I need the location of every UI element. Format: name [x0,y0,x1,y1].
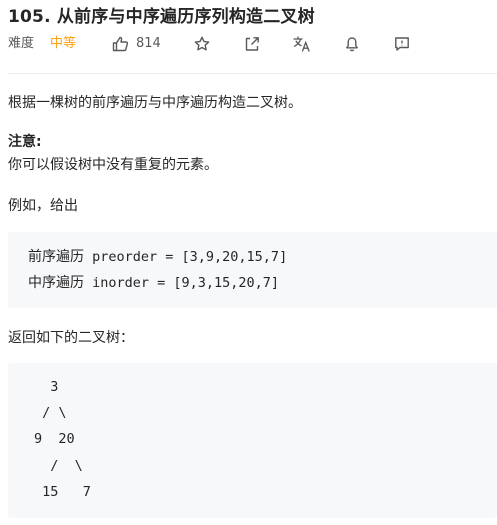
returns-label: 返回如下的二叉树： [8,330,134,346]
tree-line: / \ [34,458,83,474]
problem-meta-bar: 难度 中等 814 [8,34,428,54]
tree-line: / \ [34,405,67,421]
example-label: 例如，给出 [8,198,78,214]
translate-button[interactable] [293,34,311,54]
share-icon [245,37,259,51]
favorite-button[interactable] [194,34,210,54]
tree-code-block: 3 / \ 9 20 / \ 15 7 [8,363,497,518]
notification-button[interactable] [344,34,360,54]
tree-line: 9 20 [34,431,75,447]
note-body: 你可以假设树中没有重复的元素。 [8,157,218,173]
share-button[interactable] [244,34,260,54]
divider [8,73,497,74]
bell-icon [346,37,358,52]
tree-line: 15 7 [34,484,91,500]
difficulty-value: 中等 [50,36,77,51]
difficulty-label: 难度 [8,36,35,51]
translate-icon [293,36,310,52]
problem-description: 根据一棵树的前序遍历与中序遍历构造二叉树。 [8,95,302,111]
problem-title: 105. 从前序与中序遍历序列构造二叉树 [8,7,315,27]
feedback-icon [395,37,409,51]
feedback-button[interactable] [394,34,410,54]
example-input-code-block: 前序遍历 preorder = [3,9,20,15,7] 中序遍历 inord… [8,232,497,308]
note-title: 注意: [8,134,42,150]
inorder-label: 中序遍历 [28,275,84,291]
thumbs-up-icon [112,36,129,52]
inorder-line: 中序遍历 inorder = [9,3,15,20,7] [28,272,279,292]
preorder-label: 前序遍历 [28,249,84,265]
star-icon [194,36,210,51]
preorder-code: preorder = [3,9,20,15,7] [84,249,288,265]
preorder-line: 前序遍历 preorder = [3,9,20,15,7] [28,246,287,266]
likes-count: 814 [136,36,161,51]
tree-line: 3 [34,379,59,395]
inorder-code: inorder = [9,3,15,20,7] [84,275,280,291]
